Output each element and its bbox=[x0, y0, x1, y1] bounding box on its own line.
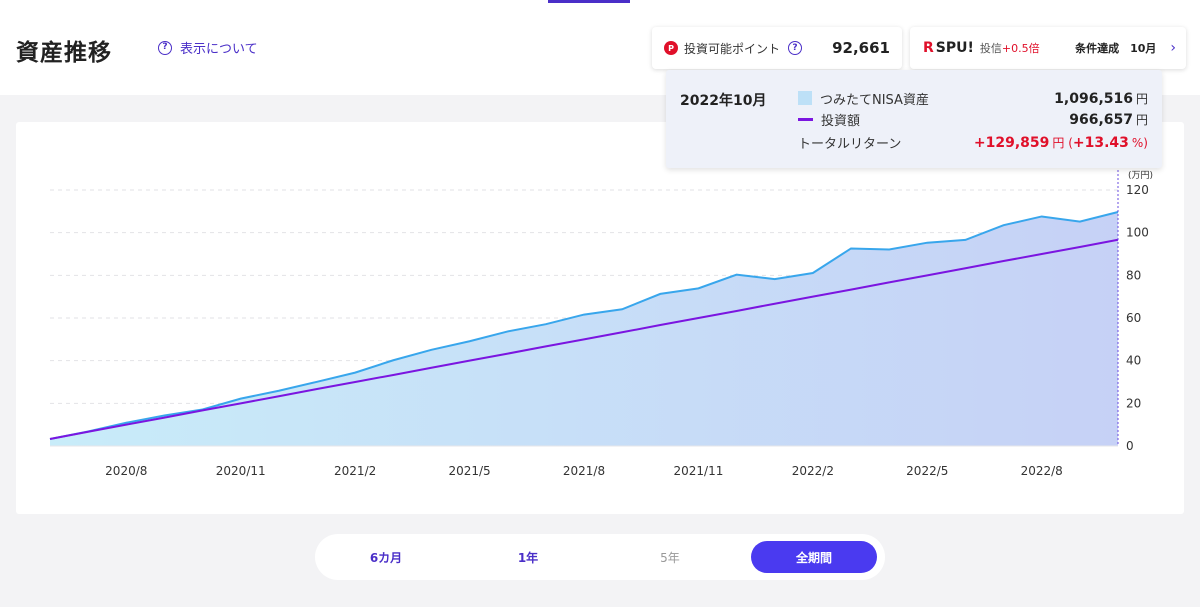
x-tick-label: 2022/8 bbox=[1021, 464, 1063, 478]
points-value: 92,661 bbox=[832, 39, 890, 57]
tooltip-asset-label: つみたてNISA資産 bbox=[820, 92, 929, 108]
tooltip-return-row: トータルリターン +129,859 円 (+13.43%) bbox=[798, 132, 1148, 152]
rakuten-point-icon: P bbox=[664, 41, 678, 55]
points-label: 投資可能ポイント bbox=[684, 41, 781, 56]
x-tick-label: 2020/8 bbox=[105, 464, 147, 478]
x-tick-label: 2022/2 bbox=[792, 464, 834, 478]
tooltip-asset-row: つみたてNISA資産 1,096,516 円 bbox=[798, 88, 1148, 108]
tooltip-date: 2022年10月 bbox=[680, 93, 767, 109]
chevron-right-icon: › bbox=[1170, 40, 1176, 56]
tooltip-invest-row: 投資額 966,657 円 bbox=[798, 109, 1148, 129]
page-title: 資産推移 bbox=[16, 40, 112, 66]
invest-legend-swatch bbox=[798, 117, 813, 121]
spu-condition: 条件達成 10月 bbox=[1075, 42, 1157, 55]
x-tick-label: 2022/5 bbox=[906, 464, 948, 478]
spu-card[interactable]: R SPU! 投信+0.5倍 条件達成 10月 › bbox=[910, 27, 1186, 69]
tooltip-invest-value: 966,657 円 bbox=[1069, 111, 1148, 128]
x-tick-label: 2020/11 bbox=[216, 464, 266, 478]
display-help-link[interactable]: ? 表示について bbox=[158, 38, 258, 57]
asset-chart[interactable]: 0 20 40 60 80 100 120 (万円) 2020/8 2020/11 2021/2 20… bbox=[16, 122, 1184, 514]
period-6-months-button[interactable]: 6カ月 bbox=[323, 541, 449, 573]
tooltip-asset-value: 1,096,516 円 bbox=[1054, 90, 1148, 107]
tooltip-invest-label: 投資額 bbox=[821, 113, 861, 129]
asset-area-fill bbox=[50, 211, 1118, 446]
y-tick-label: 80 bbox=[1126, 268, 1141, 282]
spu-logo: R SPU! bbox=[923, 40, 974, 56]
period-all-button[interactable]: 全期間 bbox=[751, 541, 877, 573]
chart-tooltip: 2022年10月 つみたてNISA資産 1,096,516 円 投資額 966,6… bbox=[666, 70, 1162, 168]
x-tick-label: 2021/11 bbox=[673, 464, 723, 478]
y-unit-label: (万円) bbox=[1128, 170, 1153, 181]
x-tick-label: 2021/5 bbox=[448, 464, 490, 478]
points-help-icon[interactable]: ? bbox=[788, 41, 803, 55]
display-help-label: 表示について bbox=[180, 42, 258, 57]
y-tick-label: 100 bbox=[1126, 226, 1149, 240]
y-tick-label: 60 bbox=[1126, 311, 1141, 325]
tooltip-return-label: トータルリターン bbox=[798, 136, 902, 152]
period-1-year-button[interactable]: 1年 bbox=[465, 541, 591, 573]
y-tick-label: 40 bbox=[1126, 354, 1141, 368]
x-tick-label: 2021/2 bbox=[334, 464, 376, 478]
period-selector: 6カ月 1年 5年 全期間 bbox=[315, 534, 885, 580]
question-circle-icon: ? bbox=[158, 40, 172, 55]
asset-legend-swatch bbox=[798, 91, 812, 105]
active-tab-indicator bbox=[548, 0, 630, 3]
y-tick-label: 0 bbox=[1126, 439, 1134, 453]
tooltip-return-value: +129,859 円 (+13.43%) bbox=[973, 134, 1148, 151]
investable-points-card: P 投資可能ポイント ? 92,661 bbox=[652, 27, 902, 69]
spu-rate: 投信+0.5倍 bbox=[979, 42, 1040, 55]
x-tick-label: 2021/8 bbox=[563, 464, 605, 478]
period-5-years-button: 5年 bbox=[660, 550, 680, 565]
chart-panel: 0 20 40 60 80 100 120 (万円) 2020/8 2020/11 2021/2 20… bbox=[16, 122, 1184, 514]
y-tick-label: 20 bbox=[1126, 396, 1141, 410]
y-tick-label: 120 bbox=[1126, 183, 1149, 197]
